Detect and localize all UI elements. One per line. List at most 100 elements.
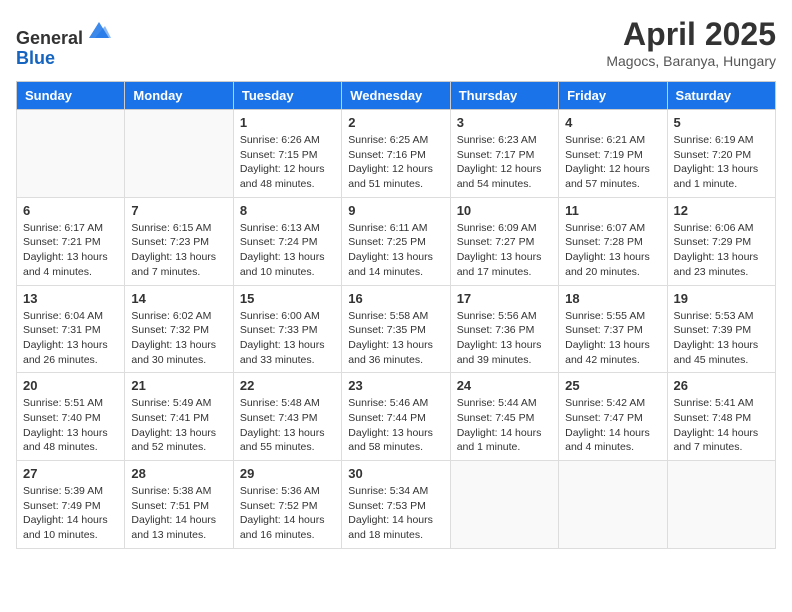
day-number: 20	[23, 378, 118, 393]
day-info: Sunrise: 5:58 AM Sunset: 7:35 PM Dayligh…	[348, 309, 443, 368]
day-number: 26	[674, 378, 769, 393]
logo-general: General	[16, 28, 83, 48]
day-number: 13	[23, 291, 118, 306]
day-number: 12	[674, 203, 769, 218]
day-number: 25	[565, 378, 660, 393]
day-number: 19	[674, 291, 769, 306]
calendar-cell: 7 Sunrise: 6:15 AM Sunset: 7:23 PM Daylig…	[125, 197, 233, 285]
day-info: Sunrise: 5:56 AM Sunset: 7:36 PM Dayligh…	[457, 309, 552, 368]
calendar-body: 1 Sunrise: 6:26 AM Sunset: 7:15 PM Daylig…	[17, 110, 776, 549]
calendar-cell: 29 Sunrise: 5:36 AM Sunset: 7:52 PM Dayli…	[233, 461, 341, 549]
calendar-header-row: SundayMondayTuesdayWednesdayThursdayFrid…	[17, 82, 776, 110]
day-info: Sunrise: 6:09 AM Sunset: 7:27 PM Dayligh…	[457, 221, 552, 280]
day-number: 7	[131, 203, 226, 218]
day-info: Sunrise: 6:13 AM Sunset: 7:24 PM Dayligh…	[240, 221, 335, 280]
title-area: April 2025 Magocs, Baranya, Hungary	[606, 16, 776, 69]
calendar-cell: 1 Sunrise: 6:26 AM Sunset: 7:15 PM Daylig…	[233, 110, 341, 198]
day-number: 1	[240, 115, 335, 130]
day-info: Sunrise: 5:48 AM Sunset: 7:43 PM Dayligh…	[240, 396, 335, 455]
day-number: 28	[131, 466, 226, 481]
day-info: Sunrise: 6:04 AM Sunset: 7:31 PM Dayligh…	[23, 309, 118, 368]
calendar-cell: 14Sunrise: 6:02 AM Sunset: 7:32 PM Dayli…	[125, 285, 233, 373]
calendar-cell	[17, 110, 125, 198]
calendar-cell: 23 Sunrise: 5:46 AM Sunset: 7:44 PM Dayli…	[342, 373, 450, 461]
calendar-cell: 10 Sunrise: 6:09 AM Sunset: 7:27 PM Dayli…	[450, 197, 558, 285]
weekday-header-wednesday: Wednesday	[342, 82, 450, 110]
calendar-cell	[450, 461, 558, 549]
calendar-cell	[125, 110, 233, 198]
day-info: Sunrise: 6:23 AM Sunset: 7:17 PM Dayligh…	[457, 133, 552, 192]
calendar-cell: 5Sunrise: 6:19 AM Sunset: 7:20 PM Daylig…	[667, 110, 775, 198]
calendar-cell	[667, 461, 775, 549]
calendar-week-4: 20 Sunrise: 5:51 AM Sunset: 7:40 PM Dayli…	[17, 373, 776, 461]
calendar-cell: 19Sunrise: 5:53 AM Sunset: 7:39 PM Dayli…	[667, 285, 775, 373]
calendar-cell	[559, 461, 667, 549]
day-info: Sunrise: 5:46 AM Sunset: 7:44 PM Dayligh…	[348, 396, 443, 455]
day-info: Sunrise: 5:55 AM Sunset: 7:37 PM Dayligh…	[565, 309, 660, 368]
day-number: 9	[348, 203, 443, 218]
day-number: 24	[457, 378, 552, 393]
header: General Blue April 2025 Magocs, Baranya,…	[16, 16, 776, 69]
calendar-cell: 21 Sunrise: 5:49 AM Sunset: 7:41 PM Dayli…	[125, 373, 233, 461]
calendar-cell: 28 Sunrise: 5:38 AM Sunset: 7:51 PM Dayli…	[125, 461, 233, 549]
calendar-week-3: 13 Sunrise: 6:04 AM Sunset: 7:31 PM Dayli…	[17, 285, 776, 373]
day-number: 16	[348, 291, 443, 306]
calendar-cell: 8Sunrise: 6:13 AM Sunset: 7:24 PM Daylig…	[233, 197, 341, 285]
day-number: 27	[23, 466, 118, 481]
calendar-week-1: 1 Sunrise: 6:26 AM Sunset: 7:15 PM Daylig…	[17, 110, 776, 198]
calendar-cell: 9 Sunrise: 6:11 AM Sunset: 7:25 PM Daylig…	[342, 197, 450, 285]
day-info: Sunrise: 5:42 AM Sunset: 7:47 PM Dayligh…	[565, 396, 660, 455]
day-number: 11	[565, 203, 660, 218]
calendar-cell: 25 Sunrise: 5:42 AM Sunset: 7:47 PM Dayli…	[559, 373, 667, 461]
weekday-header-thursday: Thursday	[450, 82, 558, 110]
calendar-cell: 4 Sunrise: 6:21 AM Sunset: 7:19 PM Daylig…	[559, 110, 667, 198]
weekday-header-tuesday: Tuesday	[233, 82, 341, 110]
day-number: 29	[240, 466, 335, 481]
day-number: 10	[457, 203, 552, 218]
calendar-cell: 16 Sunrise: 5:58 AM Sunset: 7:35 PM Dayli…	[342, 285, 450, 373]
calendar-cell: 17 Sunrise: 5:56 AM Sunset: 7:36 PM Dayli…	[450, 285, 558, 373]
calendar-cell: 6Sunrise: 6:17 AM Sunset: 7:21 PM Daylig…	[17, 197, 125, 285]
day-info: Sunrise: 6:00 AM Sunset: 7:33 PM Dayligh…	[240, 309, 335, 368]
weekday-header-friday: Friday	[559, 82, 667, 110]
day-number: 3	[457, 115, 552, 130]
day-info: Sunrise: 5:44 AM Sunset: 7:45 PM Dayligh…	[457, 396, 552, 455]
day-info: Sunrise: 6:07 AM Sunset: 7:28 PM Dayligh…	[565, 221, 660, 280]
calendar-table: SundayMondayTuesdayWednesdayThursdayFrid…	[16, 81, 776, 549]
day-info: Sunrise: 6:06 AM Sunset: 7:29 PM Dayligh…	[674, 221, 769, 280]
calendar-cell: 26 Sunrise: 5:41 AM Sunset: 7:48 PM Dayli…	[667, 373, 775, 461]
logo: General Blue	[16, 16, 113, 69]
logo-icon	[85, 16, 113, 44]
day-number: 4	[565, 115, 660, 130]
day-number: 21	[131, 378, 226, 393]
day-info: Sunrise: 5:36 AM Sunset: 7:52 PM Dayligh…	[240, 484, 335, 543]
day-info: Sunrise: 5:41 AM Sunset: 7:48 PM Dayligh…	[674, 396, 769, 455]
calendar-cell: 13 Sunrise: 6:04 AM Sunset: 7:31 PM Dayli…	[17, 285, 125, 373]
calendar-cell: 22Sunrise: 5:48 AM Sunset: 7:43 PM Dayli…	[233, 373, 341, 461]
calendar-title: April 2025	[606, 16, 776, 53]
calendar-cell: 18 Sunrise: 5:55 AM Sunset: 7:37 PM Dayli…	[559, 285, 667, 373]
calendar-cell: 20 Sunrise: 5:51 AM Sunset: 7:40 PM Dayli…	[17, 373, 125, 461]
day-info: Sunrise: 6:26 AM Sunset: 7:15 PM Dayligh…	[240, 133, 335, 192]
day-number: 2	[348, 115, 443, 130]
day-number: 30	[348, 466, 443, 481]
weekday-header-saturday: Saturday	[667, 82, 775, 110]
day-info: Sunrise: 5:51 AM Sunset: 7:40 PM Dayligh…	[23, 396, 118, 455]
day-info: Sunrise: 6:11 AM Sunset: 7:25 PM Dayligh…	[348, 221, 443, 280]
day-number: 17	[457, 291, 552, 306]
calendar-week-5: 27Sunrise: 5:39 AM Sunset: 7:49 PM Dayli…	[17, 461, 776, 549]
logo-blue: Blue	[16, 48, 55, 68]
day-number: 23	[348, 378, 443, 393]
day-info: Sunrise: 6:25 AM Sunset: 7:16 PM Dayligh…	[348, 133, 443, 192]
weekday-header-monday: Monday	[125, 82, 233, 110]
calendar-week-2: 6Sunrise: 6:17 AM Sunset: 7:21 PM Daylig…	[17, 197, 776, 285]
day-number: 18	[565, 291, 660, 306]
day-info: Sunrise: 5:49 AM Sunset: 7:41 PM Dayligh…	[131, 396, 226, 455]
day-info: Sunrise: 5:34 AM Sunset: 7:53 PM Dayligh…	[348, 484, 443, 543]
calendar-cell: 30 Sunrise: 5:34 AM Sunset: 7:53 PM Dayli…	[342, 461, 450, 549]
day-info: Sunrise: 6:02 AM Sunset: 7:32 PM Dayligh…	[131, 309, 226, 368]
day-info: Sunrise: 5:38 AM Sunset: 7:51 PM Dayligh…	[131, 484, 226, 543]
day-info: Sunrise: 6:17 AM Sunset: 7:21 PM Dayligh…	[23, 221, 118, 280]
day-info: Sunrise: 6:21 AM Sunset: 7:19 PM Dayligh…	[565, 133, 660, 192]
day-info: Sunrise: 6:15 AM Sunset: 7:23 PM Dayligh…	[131, 221, 226, 280]
